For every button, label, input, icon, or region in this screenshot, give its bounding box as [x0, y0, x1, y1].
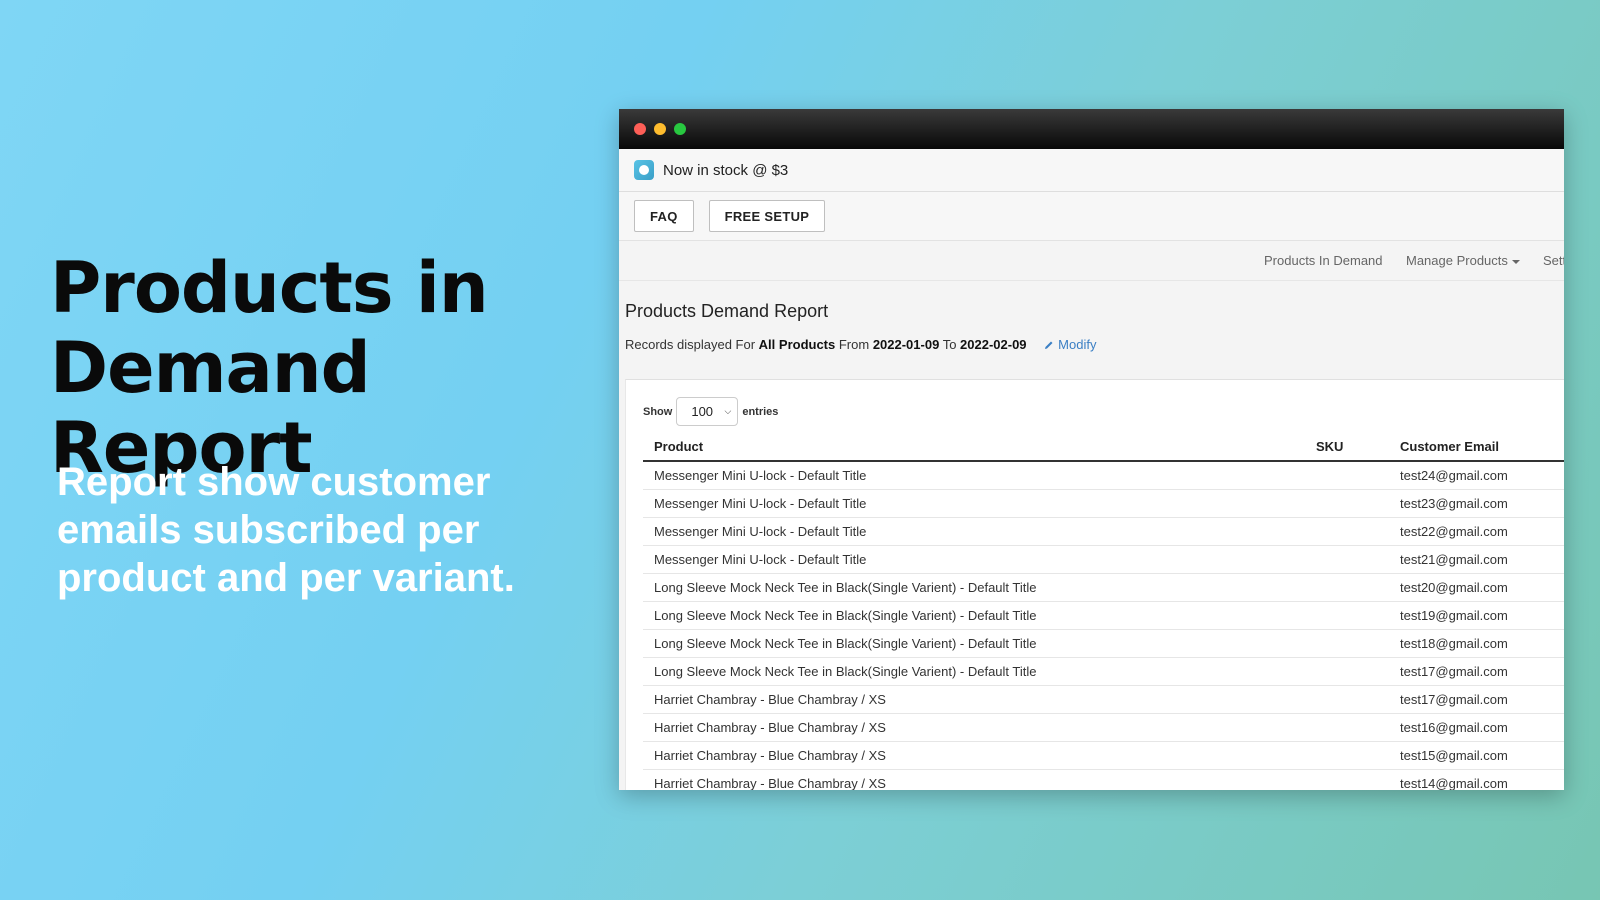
cell-customer-email: test21@gmail.com: [1389, 545, 1564, 574]
cell-sku: [1305, 545, 1389, 574]
cell-customer-email: test24@gmail.com: [1389, 461, 1564, 490]
hero-title: Products in Demand Report: [50, 247, 489, 489]
caret-down-icon: [1511, 259, 1520, 264]
close-window-icon[interactable]: [634, 123, 646, 135]
cell-product: Harriet Chambray - Blue Chambray / XS: [643, 769, 1305, 790]
report-title: Products Demand Report: [625, 301, 829, 321]
table-row: Harriet Chambray - Blue Chambray / XS tes…: [643, 685, 1564, 714]
records-scope: All Products: [758, 337, 836, 352]
pencil-icon: [1045, 341, 1053, 349]
cell-product: Messenger Mini U-lock - Default Title: [643, 489, 1305, 518]
app-name: Now in stock @ $3: [663, 161, 789, 179]
cell-sku: [1305, 657, 1389, 686]
column-header-sku[interactable]: SKU: [1305, 433, 1389, 462]
minimize-window-icon[interactable]: [654, 123, 666, 135]
cell-product: Messenger Mini U-lock - Default Title: [643, 461, 1305, 490]
faq-button[interactable]: FAQ: [634, 200, 694, 232]
records-from-label: From: [835, 337, 873, 352]
table-row: Long Sleeve Mock Neck Tee in Black(Singl…: [643, 657, 1564, 686]
nav-manage-products[interactable]: Manage Products: [1406, 253, 1520, 268]
hero-subtitle: Report show customer emails subscribed p…: [57, 460, 515, 600]
top-nav: Products In Demand Manage Products Sett: [619, 241, 1564, 281]
records-summary: Records displayed For All Products From …: [625, 337, 1096, 352]
modify-link[interactable]: Modify: [1044, 337, 1096, 352]
table-row: Harriet Chambray - Blue Chambray / XS tes…: [643, 713, 1564, 742]
cell-sku: [1305, 461, 1389, 490]
table-row: Messenger Mini U-lock - Default Title tes…: [643, 461, 1564, 490]
cell-customer-email: test23@gmail.com: [1389, 489, 1564, 518]
column-header-product[interactable]: Product: [643, 433, 1305, 462]
records-prefix: Records displayed For: [625, 337, 759, 352]
modify-link-label: Modify: [1058, 337, 1097, 352]
cell-product: Harriet Chambray - Blue Chambray / XS: [643, 713, 1305, 742]
main-content: Products Demand Report Records displayed…: [619, 281, 1564, 790]
records-to-label: To: [939, 337, 961, 352]
cell-product: Harriet Chambray - Blue Chambray / XS: [643, 741, 1305, 770]
app-logo-icon: [634, 160, 654, 180]
cell-customer-email: test19@gmail.com: [1389, 601, 1564, 630]
entries-select-value: 100: [691, 404, 714, 419]
table-row: Harriet Chambray - Blue Chambray / XS tes…: [643, 769, 1564, 790]
cell-product: Long Sleeve Mock Neck Tee in Black(Singl…: [643, 573, 1305, 602]
action-bar: FAQ FREE SETUP: [619, 192, 1564, 241]
cell-sku: [1305, 601, 1389, 630]
table-row: Harriet Chambray - Blue Chambray / XS tes…: [643, 741, 1564, 770]
cell-customer-email: test16@gmail.com: [1389, 713, 1564, 742]
window-titlebar: [619, 109, 1564, 149]
entries-label: entries: [742, 405, 779, 418]
maximize-window-icon[interactable]: [674, 123, 686, 135]
cell-customer-email: test14@gmail.com: [1389, 769, 1564, 790]
cell-sku: [1305, 685, 1389, 714]
table-header-row: Product SKU Customer Email: [643, 433, 1564, 462]
records-from-date: 2022-01-09: [872, 337, 940, 352]
cell-sku: [1305, 517, 1389, 546]
records-to-date: 2022-02-09: [960, 337, 1027, 352]
table-row: Long Sleeve Mock Neck Tee in Black(Singl…: [643, 629, 1564, 658]
cell-customer-email: test17@gmail.com: [1389, 685, 1564, 714]
table-row: Messenger Mini U-lock - Default Title tes…: [643, 489, 1564, 518]
app-window: Now in stock @ $3 FAQ FREE SETUP Product…: [619, 109, 1564, 790]
cell-sku: [1305, 769, 1389, 790]
cell-sku: [1305, 713, 1389, 742]
report-table-card: Show 100 ⌵ entries Product SKU Customer …: [625, 379, 1564, 790]
table-row: Long Sleeve Mock Neck Tee in Black(Singl…: [643, 573, 1564, 602]
cell-customer-email: test18@gmail.com: [1389, 629, 1564, 658]
cell-product: Harriet Chambray - Blue Chambray / XS: [643, 685, 1305, 714]
cell-customer-email: test15@gmail.com: [1389, 741, 1564, 770]
cell-customer-email: test22@gmail.com: [1389, 517, 1564, 546]
cell-product: Messenger Mini U-lock - Default Title: [643, 517, 1305, 546]
cell-sku: [1305, 489, 1389, 518]
cell-sku: [1305, 629, 1389, 658]
cell-product: Long Sleeve Mock Neck Tee in Black(Singl…: [643, 629, 1305, 658]
chevron-down-icon: ⌵: [724, 406, 732, 416]
demand-table: Product SKU Customer Email Messenger Min…: [643, 433, 1564, 790]
entries-select[interactable]: 100 ⌵: [676, 397, 739, 426]
table-row: Messenger Mini U-lock - Default Title tes…: [643, 517, 1564, 546]
table-row: Messenger Mini U-lock - Default Title tes…: [643, 545, 1564, 574]
table-body: Messenger Mini U-lock - Default Title tes…: [643, 461, 1564, 790]
show-label: Show: [643, 405, 673, 418]
entries-control: Show 100 ⌵ entries: [643, 397, 778, 426]
nav-settings[interactable]: Sett: [1543, 253, 1564, 268]
cell-product: Messenger Mini U-lock - Default Title: [643, 545, 1305, 574]
cell-customer-email: test17@gmail.com: [1389, 657, 1564, 686]
column-header-customer-email[interactable]: Customer Email: [1389, 433, 1564, 462]
cell-sku: [1305, 741, 1389, 770]
cell-product: Long Sleeve Mock Neck Tee in Black(Singl…: [643, 657, 1305, 686]
table-row: Long Sleeve Mock Neck Tee in Black(Singl…: [643, 601, 1564, 630]
cell-product: Long Sleeve Mock Neck Tee in Black(Singl…: [643, 601, 1305, 630]
app-header: Now in stock @ $3: [619, 149, 1564, 192]
nav-products-in-demand[interactable]: Products In Demand: [1264, 253, 1383, 268]
cell-customer-email: test20@gmail.com: [1389, 573, 1564, 602]
free-setup-button[interactable]: FREE SETUP: [708, 200, 826, 232]
cell-sku: [1305, 573, 1389, 602]
nav-manage-products-label: Manage Products: [1406, 253, 1508, 268]
